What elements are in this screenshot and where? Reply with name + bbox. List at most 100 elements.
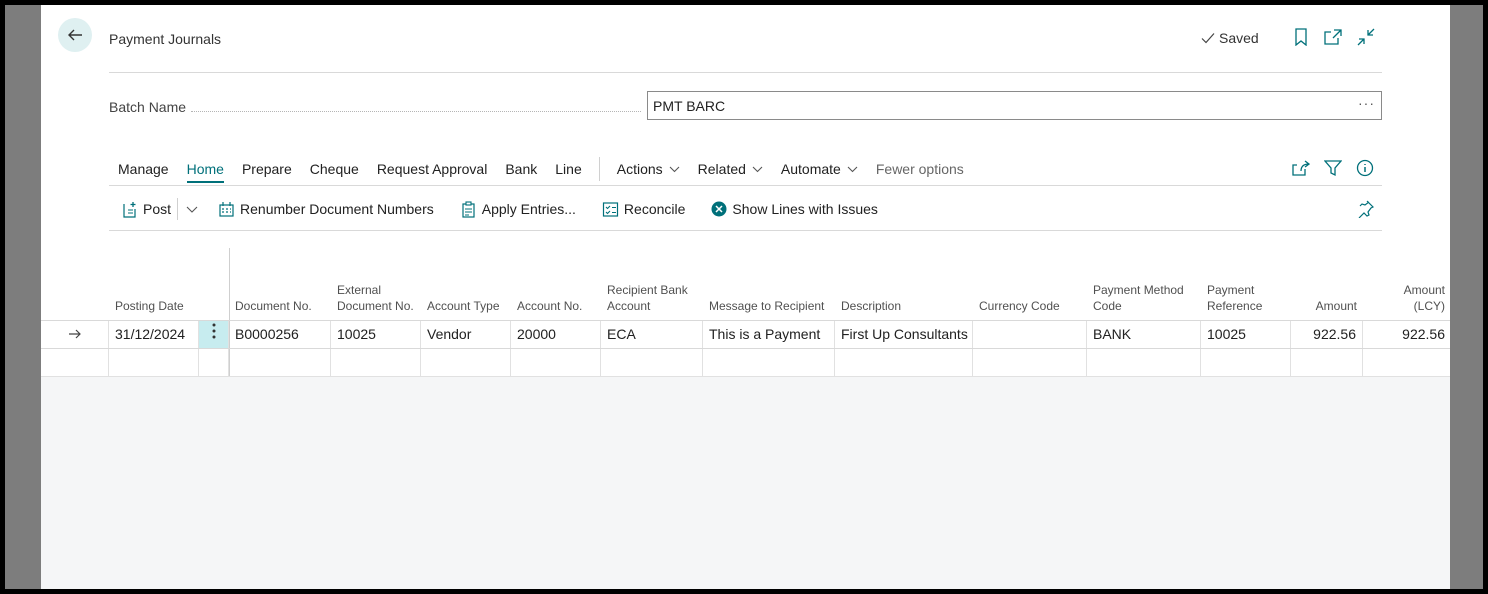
table-row-empty[interactable] (41, 348, 1450, 377)
fewer-options-button[interactable]: Fewer options (876, 157, 964, 181)
menu-divider (109, 185, 1382, 186)
cell-recipient-bank-account[interactable]: ECA (601, 321, 703, 349)
show-issues-label: Show Lines with Issues (732, 201, 878, 217)
column-header-message-to-recipient[interactable]: Message to Recipient (703, 248, 835, 320)
actions-label: Actions (616, 161, 663, 177)
empty-cell[interactable] (1291, 349, 1363, 377)
menu-separator (598, 157, 600, 181)
empty-cell (41, 349, 109, 377)
column-header-amount[interactable]: Amount (1291, 248, 1363, 320)
empty-cell[interactable] (229, 349, 331, 377)
cell-message-to-recipient[interactable]: This is a Payment (703, 321, 835, 349)
tab-request-approval[interactable]: Request Approval (377, 157, 488, 181)
header-divider (109, 72, 1382, 73)
post-icon (123, 201, 136, 218)
apply-entries-label: Apply Entries... (481, 201, 576, 217)
renumber-label: Renumber Document Numbers (240, 201, 434, 217)
cell-external-document-no[interactable]: 10025 (331, 321, 421, 349)
reconcile-icon (602, 201, 619, 217)
collapse-icon[interactable] (1356, 27, 1376, 47)
info-icon[interactable] (1355, 158, 1375, 178)
right-backdrop (1450, 5, 1483, 589)
column-header-account-type[interactable]: Account Type (421, 248, 511, 320)
cell-payment-reference[interactable]: 10025 (1201, 321, 1291, 349)
arrow-left-icon (68, 29, 82, 41)
empty-cell[interactable] (601, 349, 703, 377)
back-button[interactable] (58, 18, 92, 52)
automate-dropdown[interactable]: Automate (781, 157, 858, 181)
column-header-posting-date[interactable]: Posting Date (109, 248, 229, 320)
tab-cheque[interactable]: Cheque (310, 157, 359, 181)
open-new-window-icon[interactable] (1323, 27, 1343, 47)
empty-cell[interactable] (1363, 349, 1450, 377)
empty-cell[interactable] (331, 349, 421, 377)
empty-cell[interactable] (1201, 349, 1291, 377)
cell-description[interactable]: First Up Consultants (835, 321, 973, 349)
more-vertical-icon (212, 323, 215, 339)
column-header-external-document-no[interactable]: External Document No. (331, 248, 421, 320)
empty-cell[interactable] (835, 349, 973, 377)
renumber-icon (219, 201, 234, 217)
batch-name-lookup-button[interactable]: ··· (1358, 95, 1375, 111)
arrow-right-icon (68, 329, 81, 339)
empty-cell[interactable] (1087, 349, 1201, 377)
column-header-recipient-bank-account[interactable]: Recipient Bank Account (601, 248, 703, 320)
row-actions-button[interactable] (199, 321, 229, 349)
empty-cell[interactable] (703, 349, 835, 377)
automate-label: Automate (780, 161, 841, 177)
page: Payment Journals Saved Batch Name PMT BA… (41, 5, 1450, 589)
column-header-currency-code[interactable]: Currency Code (973, 248, 1087, 320)
cell-currency-code[interactable] (973, 321, 1087, 349)
filter-icon[interactable] (1323, 158, 1343, 178)
reconcile-button[interactable]: Reconcile (602, 201, 685, 218)
cell-document-no[interactable]: B0000256 (229, 321, 331, 349)
cell-account-type[interactable]: Vendor (421, 321, 511, 349)
cell-account-no[interactable]: 20000 (511, 321, 601, 349)
renumber-document-numbers-button[interactable]: Renumber Document Numbers (218, 201, 434, 218)
column-header-payment-reference[interactable]: Payment Reference (1201, 248, 1291, 320)
column-header-amount-lcy[interactable]: Amount (LCY) (1363, 248, 1450, 320)
cell-payment-method-code[interactable]: BANK (1087, 321, 1201, 349)
current-row-indicator (41, 321, 109, 349)
cell-amount-lcy[interactable]: 922.56 (1363, 321, 1450, 349)
tab-bank[interactable]: Bank (505, 157, 537, 181)
window-frame: Payment Journals Saved Batch Name PMT BA… (5, 5, 1483, 589)
tab-home[interactable]: Home (186, 157, 225, 183)
related-label: Related (697, 161, 746, 177)
batch-name-label: Batch Name (109, 99, 187, 115)
post-separator (177, 198, 179, 220)
bookmark-icon[interactable] (1291, 27, 1311, 47)
post-button[interactable]: Post (121, 201, 171, 218)
tab-manage[interactable]: Manage (118, 157, 169, 181)
column-header-document-no[interactable]: Document No. (229, 248, 331, 320)
show-lines-with-issues-button[interactable]: Show Lines with Issues (711, 201, 878, 217)
saved-status: Saved (1201, 30, 1259, 46)
chevron-down-icon (752, 166, 763, 172)
post-dropdown-button[interactable] (186, 206, 198, 213)
tab-prepare[interactable]: Prepare (242, 157, 292, 181)
share-icon[interactable] (1291, 158, 1311, 178)
apply-entries-icon (462, 200, 475, 218)
column-header-account-no[interactable]: Account No. (511, 248, 601, 320)
column-header-payment-method-code[interactable]: Payment Method Code (1087, 248, 1201, 320)
empty-cell[interactable] (511, 349, 601, 377)
reconcile-label: Reconcile (623, 201, 686, 217)
left-backdrop (5, 5, 41, 589)
cell-posting-date[interactable]: 31/12/2024 (109, 321, 199, 349)
error-circle-icon (711, 201, 727, 217)
related-dropdown[interactable]: Related (698, 157, 763, 181)
batch-name-leader (191, 111, 641, 112)
column-header-description[interactable]: Description (835, 248, 973, 320)
batch-name-field[interactable]: PMT BARC ··· (647, 91, 1382, 120)
chevron-down-icon (847, 166, 858, 172)
pin-icon[interactable] (1356, 200, 1376, 220)
empty-cell[interactable] (421, 349, 511, 377)
empty-cell[interactable] (109, 349, 199, 377)
page-title: Payment Journals (109, 31, 222, 47)
table-row[interactable]: 31/12/2024 B0000256 10025 Vendor 20000 E… (41, 320, 1450, 349)
cell-amount[interactable]: 922.56 (1291, 321, 1363, 349)
empty-cell[interactable] (973, 349, 1087, 377)
tab-line[interactable]: Line (555, 157, 581, 181)
apply-entries-button[interactable]: Apply Entries... (460, 200, 576, 218)
actions-dropdown[interactable]: Actions (617, 157, 680, 181)
